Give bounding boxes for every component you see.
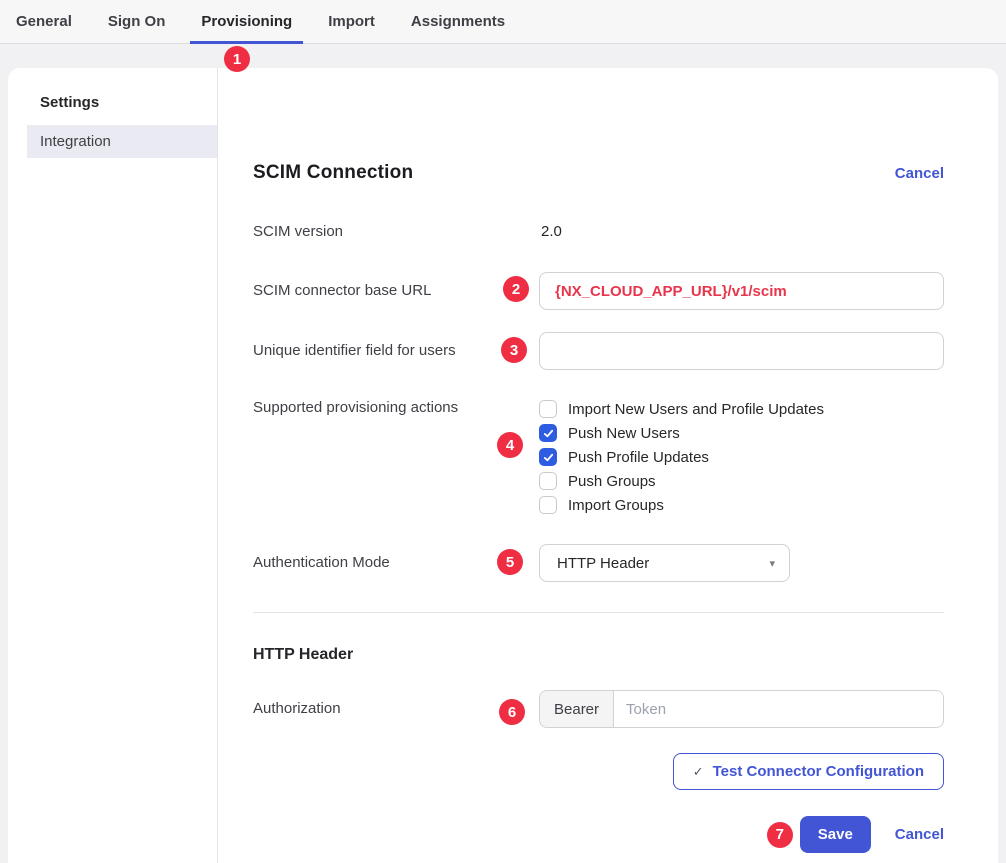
checkbox-push-profile-updates[interactable] — [539, 448, 557, 466]
bearer-prefix: Bearer — [540, 691, 614, 727]
authorization-input-group: Bearer — [539, 690, 944, 728]
checkbox-label: Push Groups — [568, 473, 656, 490]
tab-general[interactable]: General — [16, 0, 72, 43]
checkbox-label: Push New Users — [568, 425, 680, 442]
test-connector-label: Test Connector Configuration — [713, 763, 924, 780]
sidebar-item-integration[interactable]: Integration — [27, 125, 217, 158]
base-url-input[interactable] — [539, 272, 944, 310]
checkbox-row: Push Groups — [539, 469, 944, 493]
step-badge-6: 6 — [499, 699, 525, 725]
authentication-mode-row: Authentication Mode 5 HTTP Header ▾ — [253, 544, 944, 582]
checkbox-label: Import Groups — [568, 497, 664, 514]
scim-version-row: SCIM version 2.0 — [253, 223, 944, 241]
scim-version-value: 2.0 — [539, 223, 562, 240]
page-title: SCIM Connection — [253, 162, 413, 184]
provisioning-actions-label: Supported provisioning actions — [253, 397, 539, 517]
sidebar-header: Settings — [8, 94, 217, 111]
step-badge-7: 7 — [767, 822, 793, 848]
app-tab-bar: General Sign On Provisioning Import Assi… — [0, 0, 1006, 44]
checkbox-push-groups[interactable] — [539, 472, 557, 490]
authorization-label: Authorization — [253, 690, 539, 728]
scim-version-label: SCIM version — [253, 223, 539, 241]
token-input[interactable] — [614, 691, 943, 727]
checkbox-row: Push New Users — [539, 421, 944, 445]
http-header-section-title: HTTP Header — [253, 646, 944, 664]
checkbox-label: Import New Users and Profile Updates — [568, 401, 824, 418]
check-icon: ✓ — [693, 764, 704, 780]
unique-identifier-input[interactable] — [539, 332, 944, 370]
title-row: SCIM Connection Cancel — [253, 162, 944, 184]
unique-identifier-row: Unique identifier field for users 3 — [253, 332, 944, 370]
step-badge-5: 5 — [497, 549, 523, 575]
checkbox-import-new-users[interactable] — [539, 400, 557, 418]
step-badge-1: 1 — [224, 46, 250, 72]
authentication-mode-select[interactable]: HTTP Header ▾ — [539, 544, 790, 582]
scim-connection-panel: SCIM Connection Cancel SCIM version 2.0 … — [218, 68, 998, 863]
form-actions-row: 7 Save Cancel — [253, 816, 944, 853]
chevron-down-icon: ▾ — [769, 557, 775, 570]
tab-assignments[interactable]: Assignments — [411, 0, 505, 43]
tab-provisioning[interactable]: Provisioning — [201, 0, 292, 43]
checkbox-label: Push Profile Updates — [568, 449, 709, 466]
test-connector-row: ✓ Test Connector Configuration — [253, 753, 944, 790]
checkbox-import-groups[interactable] — [539, 496, 557, 514]
test-connector-button[interactable]: ✓ Test Connector Configuration — [673, 753, 944, 790]
checkbox-row: Push Profile Updates — [539, 445, 944, 469]
cancel-link-top[interactable]: Cancel — [895, 165, 944, 182]
cancel-link-bottom[interactable]: Cancel — [895, 826, 944, 843]
base-url-row: SCIM connector base URL 2 — [253, 272, 944, 310]
section-divider — [253, 612, 944, 613]
checkbox-push-new-users[interactable] — [539, 424, 557, 442]
provisioning-card: Settings Integration SCIM Connection Can… — [8, 68, 998, 863]
settings-sidebar: Settings Integration — [8, 68, 218, 863]
provisioning-actions-row: Supported provisioning actions 4 Import … — [253, 397, 944, 517]
authorization-row: Authorization 6 Bearer — [253, 690, 944, 728]
tab-sign-on[interactable]: Sign On — [108, 0, 166, 43]
checkbox-row: Import New Users and Profile Updates — [539, 397, 944, 421]
authentication-mode-value: HTTP Header — [557, 555, 649, 572]
step-badge-4: 4 — [497, 432, 523, 458]
unique-identifier-label: Unique identifier field for users — [253, 332, 539, 370]
step-badge-3: 3 — [501, 337, 527, 363]
tab-import[interactable]: Import — [328, 0, 375, 43]
checkbox-row: Import Groups — [539, 493, 944, 517]
base-url-label: SCIM connector base URL — [253, 272, 539, 310]
save-button[interactable]: Save — [800, 816, 871, 853]
step-badge-2: 2 — [503, 276, 529, 302]
